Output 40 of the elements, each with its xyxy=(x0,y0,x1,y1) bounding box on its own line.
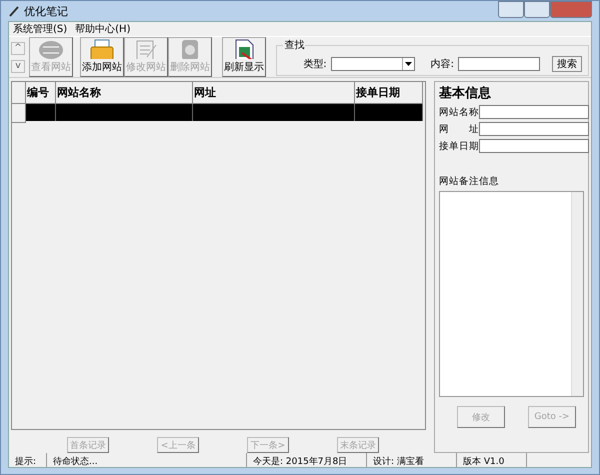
toolbar-button[interactable]: 刷新显示 xyxy=(222,37,266,77)
type-dropdown[interactable] xyxy=(330,56,415,70)
column-header[interactable]: 网站名称 xyxy=(56,82,193,104)
minimize-button[interactable] xyxy=(498,1,524,18)
content-field[interactable] xyxy=(458,56,540,70)
field-label: 内容: xyxy=(430,58,454,70)
scroll-button[interactable]: ^ xyxy=(11,42,25,54)
input-field[interactable] xyxy=(479,139,589,153)
scroll-button[interactable]: v xyxy=(11,60,25,72)
table-cell xyxy=(355,104,423,121)
folder-icon xyxy=(88,39,115,59)
toolbar-button[interactable]: 添加网站 xyxy=(80,37,124,77)
column-header[interactable]: 接单日期 xyxy=(355,82,423,104)
search-button[interactable]: 搜索 xyxy=(552,56,582,72)
dropdown-arrow-icon xyxy=(404,62,412,66)
menu-item[interactable]: 帮助中心(H) xyxy=(71,22,134,36)
row-header[interactable] xyxy=(12,104,26,123)
status-text: 版本 V1.0 xyxy=(457,453,527,467)
field-label: 接单日期 xyxy=(439,140,477,152)
group-title: 查找 xyxy=(283,38,306,52)
pen-icon xyxy=(8,5,20,17)
maximize-button[interactable] xyxy=(524,1,550,18)
input-field[interactable] xyxy=(479,105,589,119)
field-label: 网站名称 xyxy=(439,106,477,118)
panel-title: 基本信息 xyxy=(439,85,492,102)
field-label: 类型: xyxy=(303,58,327,70)
globe-icon xyxy=(38,39,64,59)
status-text: 待命状态... xyxy=(47,453,247,467)
window-title: 优化笔记 xyxy=(24,4,68,18)
status-text: 设计: 满宝看 xyxy=(367,453,457,467)
field-label: 网站备注信息 xyxy=(439,175,500,188)
status-text: 提示: xyxy=(9,453,47,467)
menu-item[interactable]: 系统管理(S) xyxy=(9,22,72,36)
column-header[interactable]: 编号 xyxy=(26,82,56,104)
field-label: 网 址 xyxy=(439,122,477,136)
input-field[interactable] xyxy=(479,122,589,136)
column-header[interactable]: 网址 xyxy=(193,82,355,104)
notes-field[interactable] xyxy=(439,191,584,397)
table-cell xyxy=(26,104,56,121)
status-text: 今天是: 2015年7月8日 xyxy=(247,453,367,467)
